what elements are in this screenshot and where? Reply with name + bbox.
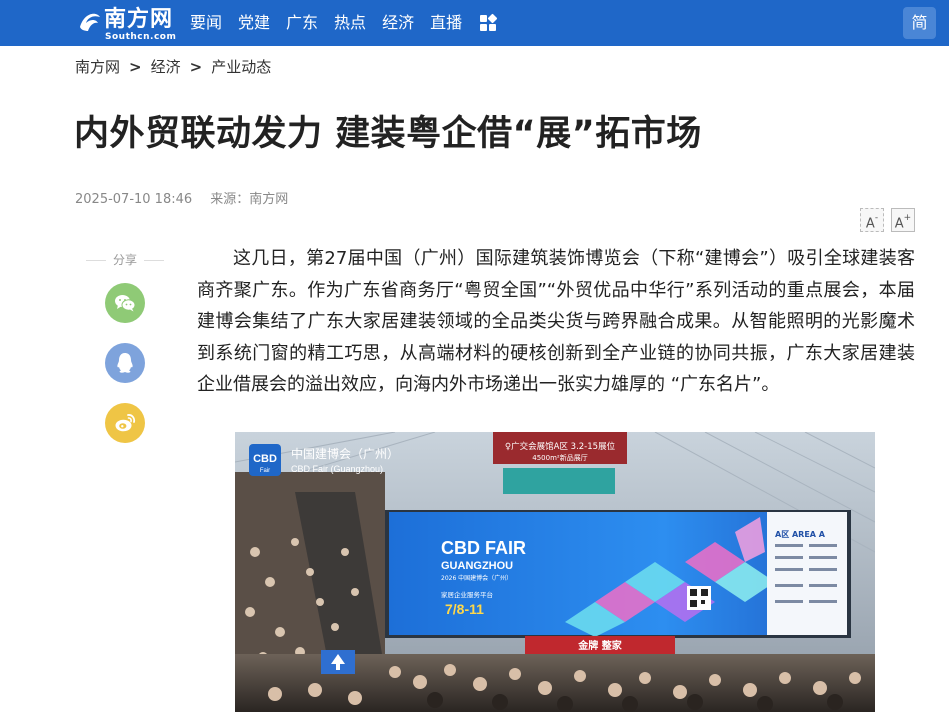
screen-platform: 家居企业服务平台 bbox=[441, 590, 493, 599]
nav-item-jingji[interactable]: 经济 bbox=[382, 0, 414, 46]
qq-icon bbox=[117, 353, 133, 373]
screen-caption: 2026 中国建博会（广州） bbox=[441, 574, 512, 582]
article-paragraph: 这几日，第27届中国（广州）国际建筑装饰博览会（下称“建博会”）吸引全球建装客商… bbox=[197, 248, 915, 395]
share-label: 分享 bbox=[86, 252, 164, 268]
share-panel: 分享 bbox=[86, 252, 164, 443]
font-decrease-button[interactable]: A- bbox=[860, 208, 884, 232]
photo-badge: CBD bbox=[253, 453, 277, 465]
breadcrumb-home[interactable]: 南方网 bbox=[75, 56, 120, 77]
site-logo[interactable]: 南方网 Southcn.com bbox=[76, 5, 176, 43]
photo-watermark-en: CBD Fair (Guangzhou) bbox=[291, 464, 383, 474]
share-qq-button[interactable] bbox=[105, 343, 145, 383]
breadcrumb-separator: > bbox=[129, 57, 142, 76]
share-weibo-button[interactable] bbox=[105, 403, 145, 443]
logo-name: 南方网 bbox=[104, 6, 174, 32]
breadcrumb-industry[interactable]: 产业动态 bbox=[211, 56, 271, 77]
article-photo: CBD Fair 中国建博会（广州） CBD Fair (Guangzhou) … bbox=[235, 432, 875, 712]
logo-domain: Southcn.com bbox=[105, 32, 177, 42]
nav-item-zhibo[interactable]: 直播 bbox=[430, 0, 462, 46]
wechat-icon bbox=[115, 295, 136, 312]
top-navigation-bar: 南方网 Southcn.com 要闻 党建 广东 热点 经济 直播 简 bbox=[0, 0, 949, 46]
nav-item-yaowen[interactable]: 要闻 bbox=[190, 0, 222, 46]
photo-bottom-sign: 金牌 整家 bbox=[577, 639, 622, 652]
nav-item-guangdong[interactable]: 广东 bbox=[286, 0, 318, 46]
exhibition-hall-image: CBD Fair 中国建博会（广州） CBD Fair (Guangzhou) … bbox=[235, 432, 875, 712]
screen-area-label: A区 AREA A bbox=[775, 530, 826, 539]
breadcrumb-separator: > bbox=[189, 57, 203, 76]
nav-item-dangjian[interactable]: 党建 bbox=[238, 0, 270, 46]
simplified-chinese-toggle[interactable]: 简 bbox=[903, 7, 936, 39]
logo-mark-icon bbox=[80, 13, 100, 32]
main-nav: 要闻 党建 广东 热点 经济 直播 bbox=[190, 0, 498, 46]
photo-watermark-cn: 中国建博会（广州） bbox=[291, 446, 399, 461]
article-source: 来源：南方网 bbox=[210, 192, 289, 207]
breadcrumb: 南方网 > 经济 > 产业动态 bbox=[75, 56, 271, 77]
photo-top-sign-sub: 4500m²新品展厅 bbox=[532, 453, 587, 462]
weibo-icon bbox=[115, 414, 136, 432]
nav-item-redian[interactable]: 热点 bbox=[334, 0, 366, 46]
photo-badge-sub: Fair bbox=[260, 468, 270, 474]
photo-top-sign: ♀广交会展馆A区 3.2-15展位 bbox=[505, 441, 616, 452]
article-title: 内外贸联动发力 建装粤企借“展”拓市场 bbox=[74, 114, 702, 154]
publish-date: 2025-07-10 18:46 bbox=[75, 192, 193, 207]
screen-title: CBD FAIR bbox=[441, 538, 526, 558]
screen-subtitle: GUANGZHOU bbox=[441, 560, 513, 572]
article-meta: 2025-07-10 18:46 来源：南方网 bbox=[75, 188, 288, 207]
screen-dates: 7/8-11 bbox=[445, 601, 484, 617]
font-increase-button[interactable]: A+ bbox=[891, 208, 915, 232]
more-menu-grid-icon[interactable] bbox=[480, 13, 498, 32]
share-wechat-button[interactable] bbox=[105, 283, 145, 323]
breadcrumb-economy[interactable]: 经济 bbox=[151, 56, 181, 77]
